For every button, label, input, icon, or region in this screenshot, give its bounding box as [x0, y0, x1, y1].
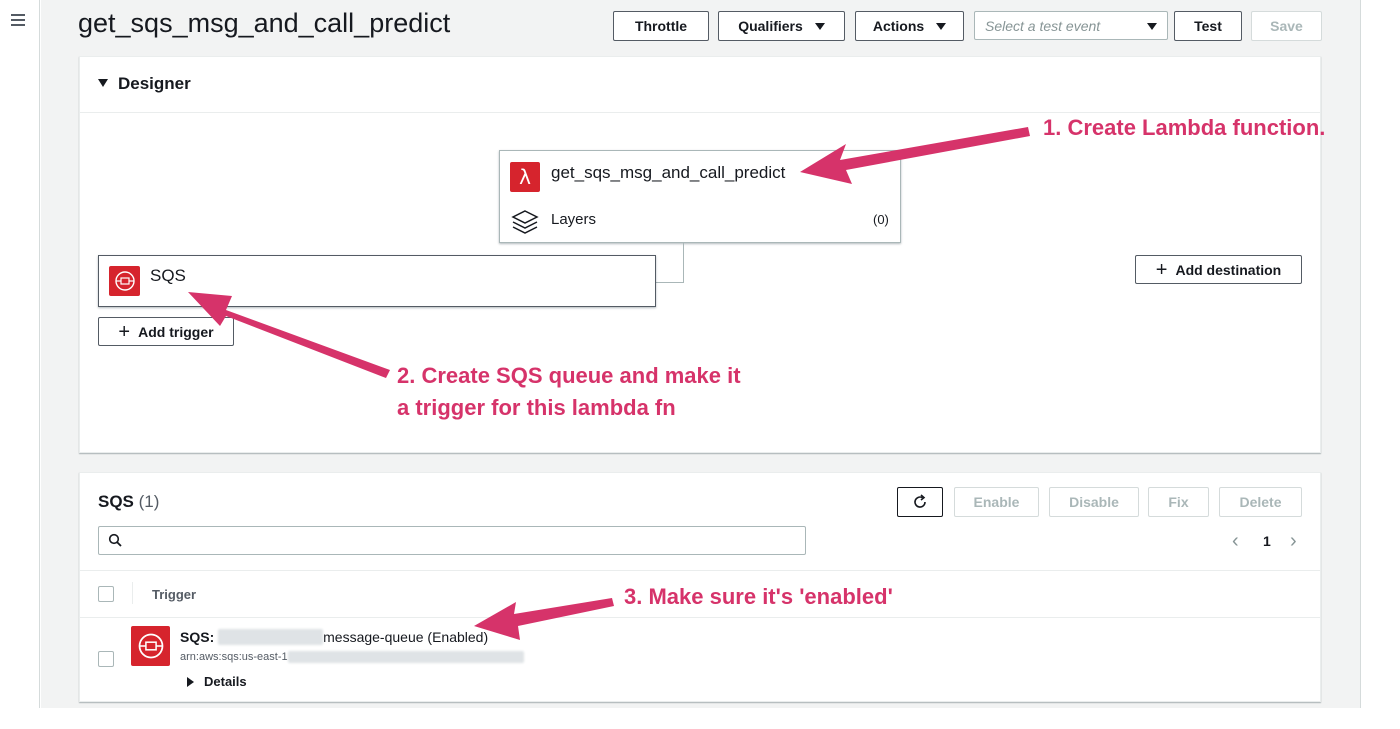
- test-event-select[interactable]: Select a test event: [974, 11, 1168, 40]
- disable-button[interactable]: Disable: [1049, 487, 1139, 517]
- connector-line: [656, 282, 684, 283]
- chevron-left-icon[interactable]: ‹: [1232, 530, 1239, 553]
- arn-prefix: arn:aws:sqs:us-east-1: [180, 651, 288, 663]
- pagination-page[interactable]: 1: [1263, 533, 1271, 549]
- add-destination-label: Add destination: [1175, 261, 1282, 278]
- fix-button-label: Fix: [1168, 494, 1189, 510]
- page-title: get_sqs_msg_and_call_predict: [78, 8, 451, 38]
- sqs-panel-count: (1): [138, 492, 160, 511]
- caret-down-icon[interactable]: [98, 79, 108, 87]
- search-icon: [108, 533, 122, 547]
- redacted-queue-name: xxxxxxxxxxxxxxx: [218, 629, 324, 645]
- test-button-label: Test: [1194, 18, 1222, 34]
- fix-button[interactable]: Fix: [1148, 487, 1209, 517]
- test-button[interactable]: Test: [1174, 11, 1242, 41]
- select-all-checkbox[interactable]: [98, 586, 114, 602]
- sqs-panel-title: SQS (1): [98, 492, 159, 512]
- sqs-icon: [109, 266, 140, 296]
- sqs-panel-title-text: SQS: [98, 492, 134, 511]
- sqs-icon: [131, 626, 170, 666]
- qualifiers-dropdown[interactable]: Qualifiers: [718, 11, 845, 41]
- layers-count: (0): [873, 212, 889, 227]
- throttle-button[interactable]: Throttle: [613, 11, 709, 41]
- delete-button-label: Delete: [1239, 494, 1282, 510]
- queue-name-suffix: message-queue: [323, 629, 424, 645]
- right-help-rail: [1360, 0, 1400, 708]
- add-destination-button[interactable]: + Add destination: [1135, 255, 1302, 284]
- refresh-icon: [914, 494, 926, 508]
- disable-button-label: Disable: [1069, 494, 1119, 510]
- lambda-icon: λ: [510, 162, 540, 192]
- chevron-down-icon: [936, 22, 947, 30]
- annotation-step-1: 1. Create Lambda function.: [1043, 115, 1326, 140]
- chevron-right-icon[interactable]: ›: [1290, 530, 1297, 553]
- designer-header[interactable]: [79, 56, 1321, 113]
- details-toggle[interactable]: Details: [204, 674, 247, 689]
- actions-dropdown-label: Actions: [872, 18, 925, 34]
- actions-dropdown[interactable]: Actions: [855, 11, 964, 41]
- filter-input[interactable]: [98, 526, 806, 555]
- menu-icon[interactable]: [11, 14, 27, 28]
- connector-line: [683, 243, 684, 282]
- column-divider: [132, 582, 133, 604]
- function-name: get_sqs_msg_and_call_predict: [551, 163, 786, 182]
- annotation-step-2-line-1: 2. Create SQS queue and make it: [397, 363, 741, 388]
- bottom-strip: [0, 708, 1400, 729]
- test-event-placeholder: Select a test event: [985, 17, 1101, 34]
- trigger-status: (Enabled): [427, 629, 489, 645]
- trigger-title[interactable]: SQS: xxxxxxxxxxxxxxxmessage-queue (Enabl…: [180, 629, 488, 645]
- throttle-button-label: Throttle: [634, 18, 688, 34]
- layers-label[interactable]: Layers: [551, 211, 596, 228]
- plus-icon: +: [1155, 258, 1168, 281]
- add-trigger-button[interactable]: + Add trigger: [98, 317, 234, 346]
- layers-icon: [511, 210, 539, 234]
- row-checkbox[interactable]: [98, 651, 114, 667]
- caret-right-icon[interactable]: [187, 677, 194, 687]
- enable-button-label: Enable: [973, 494, 1020, 510]
- annotation-step-3: 3. Make sure it's 'enabled': [624, 584, 893, 609]
- designer-title: Designer: [118, 74, 191, 93]
- column-header-trigger[interactable]: Trigger: [152, 587, 196, 602]
- qualifiers-dropdown-label: Qualifiers: [738, 18, 803, 34]
- enable-button[interactable]: Enable: [954, 487, 1039, 517]
- trigger-type: SQS:: [180, 629, 215, 645]
- left-nav-rail: [0, 0, 40, 708]
- refresh-button[interactable]: [897, 487, 943, 517]
- plus-icon: +: [118, 320, 131, 343]
- save-button[interactable]: Save: [1251, 11, 1322, 41]
- annotation-step-2-line-2: a trigger for this lambda fn: [397, 395, 676, 420]
- delete-button[interactable]: Delete: [1219, 487, 1302, 517]
- save-button-label: Save: [1270, 18, 1303, 34]
- trigger-arn: arn:aws:sqs:us-east-1xxxxxxxxxxxxxxxxxxx…: [180, 651, 525, 663]
- chevron-down-icon: [1147, 23, 1157, 30]
- annotation-step-2: 2. Create SQS queue and make it a trigge…: [397, 360, 741, 424]
- chevron-down-icon: [814, 22, 825, 30]
- sqs-trigger-label: SQS: [150, 266, 186, 285]
- redacted-arn: xxxxxxxxxxxxxxxxxxxxxxxxxxxxxxxxxxxxxxxx…: [287, 651, 525, 663]
- add-trigger-label: Add trigger: [138, 323, 214, 340]
